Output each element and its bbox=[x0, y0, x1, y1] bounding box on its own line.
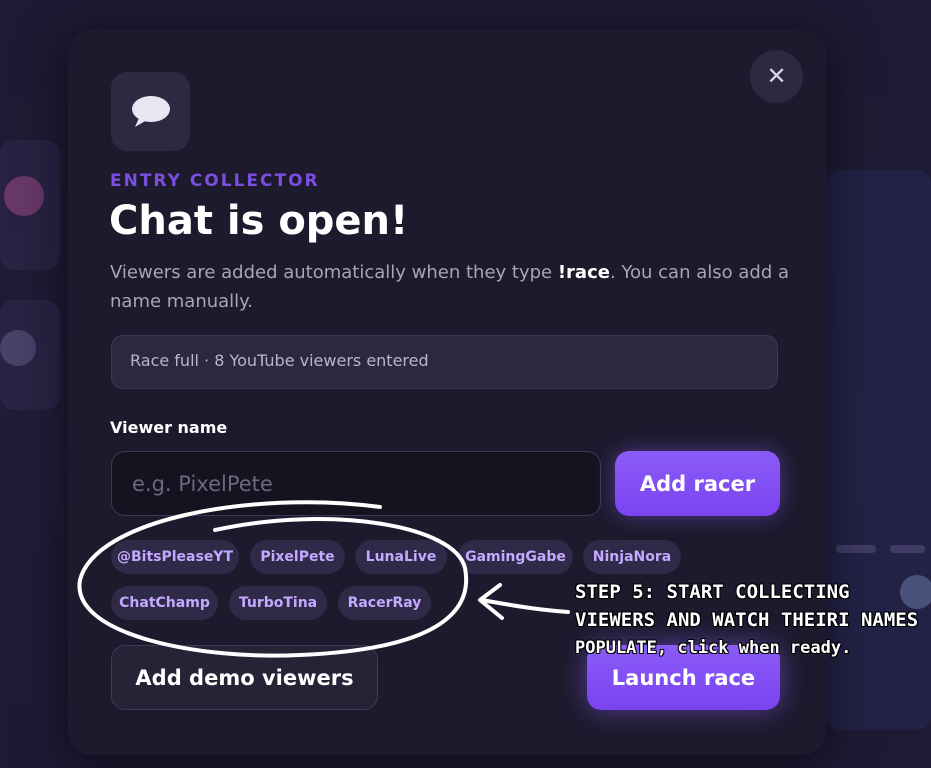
annotation-line-2: VIEWERS AND WATCH THEIRI NAMES bbox=[575, 609, 919, 631]
annotation-callout: STEP 5: START COLLECTING VIEWERS AND WAT… bbox=[575, 578, 925, 662]
annotation-line-3: POPULATE, click when ready. bbox=[575, 638, 852, 658]
annotation-line-1: STEP 5: START COLLECTING bbox=[575, 581, 850, 603]
annotation-circle bbox=[77, 500, 469, 658]
